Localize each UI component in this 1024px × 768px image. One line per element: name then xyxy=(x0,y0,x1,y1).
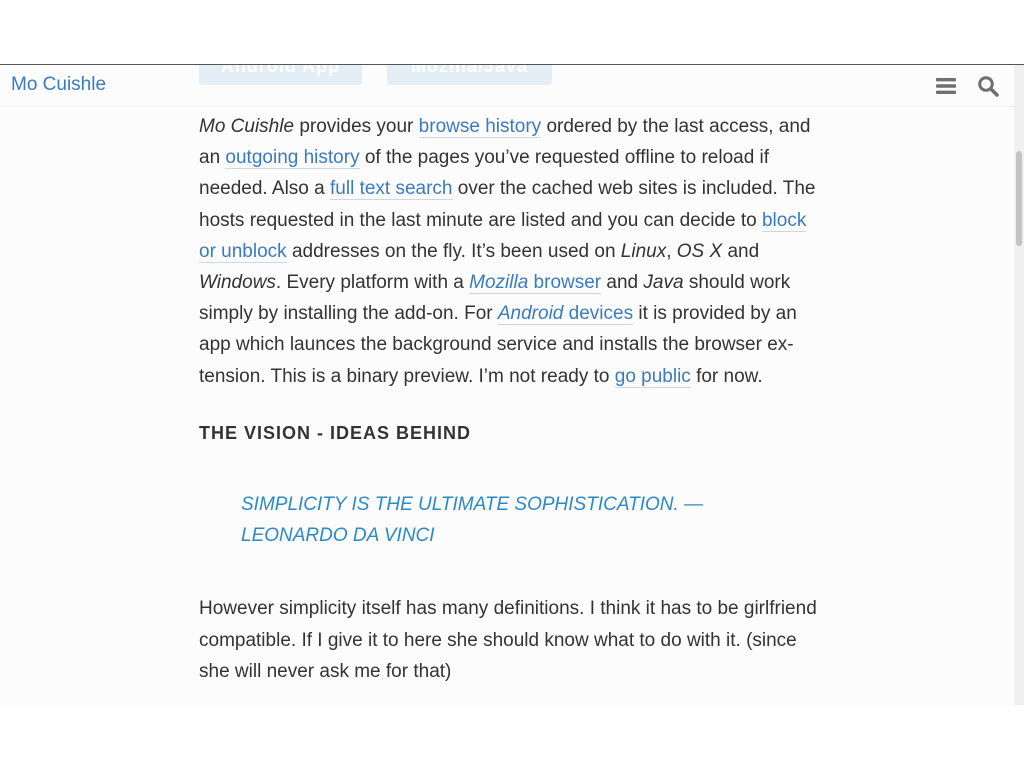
page-frame: Android App Mozilla/Java Mo Cuishle Mo C… xyxy=(0,64,1024,705)
android-text: Android xyxy=(497,303,564,325)
article-content: Mo Cuishle provides your browse history … xyxy=(199,111,819,687)
outgoing-history-link[interactable]: outgoing history xyxy=(225,147,360,170)
blockquote: SIMPLICITY IS THE ULTIMATE SOPHISTICATIO… xyxy=(241,494,704,547)
go-public-link[interactable]: go public xyxy=(614,365,691,388)
android-devices-link[interactable]: Android devices xyxy=(497,303,634,326)
vertical-scrollbar[interactable] xyxy=(1014,65,1024,705)
linux-text: Linux xyxy=(620,240,667,262)
intro-text: provides your xyxy=(294,116,419,137)
site-header: Mo Cuishle xyxy=(0,65,1014,107)
browser-viewport: Android App Mozilla/Java Mo Cuishle Mo C… xyxy=(0,0,1024,768)
browse-history-link[interactable]: browse history xyxy=(418,116,542,138)
mozilla-browser-link[interactable]: Mozilla browser xyxy=(469,272,602,295)
intro-text: and xyxy=(601,272,644,294)
intro-text: and xyxy=(722,240,760,262)
section-heading: THE VISION - IDEAS BEHIND xyxy=(199,422,472,443)
browser-text: browser xyxy=(528,272,602,294)
full-text-search-link[interactable]: full text search xyxy=(330,178,453,201)
devices-text: devices xyxy=(563,303,634,325)
mozilla-text: Mozilla xyxy=(469,272,529,294)
osx-text: OS X xyxy=(676,240,723,262)
menu-icon[interactable] xyxy=(935,75,957,97)
search-icon[interactable] xyxy=(977,75,999,97)
vision-paragraph: However simplicity itself has many defin… xyxy=(199,598,817,682)
scrollbar-thumb[interactable] xyxy=(1016,151,1022,246)
intro-text: for now. xyxy=(690,365,763,387)
intro-paragraph: Mo Cuishle provides your browse history … xyxy=(199,111,819,392)
java-text: Java xyxy=(643,272,684,294)
intro-text: , xyxy=(666,240,677,262)
brand-name: Mo Cuishle xyxy=(199,116,295,137)
site-title-link[interactable]: Mo Cuishle xyxy=(11,74,106,96)
windows-text: Windows xyxy=(199,272,276,294)
intro-text: addresses on the fly. It’s been used on xyxy=(286,240,621,262)
intro-text: . Every platform with a xyxy=(275,272,470,294)
